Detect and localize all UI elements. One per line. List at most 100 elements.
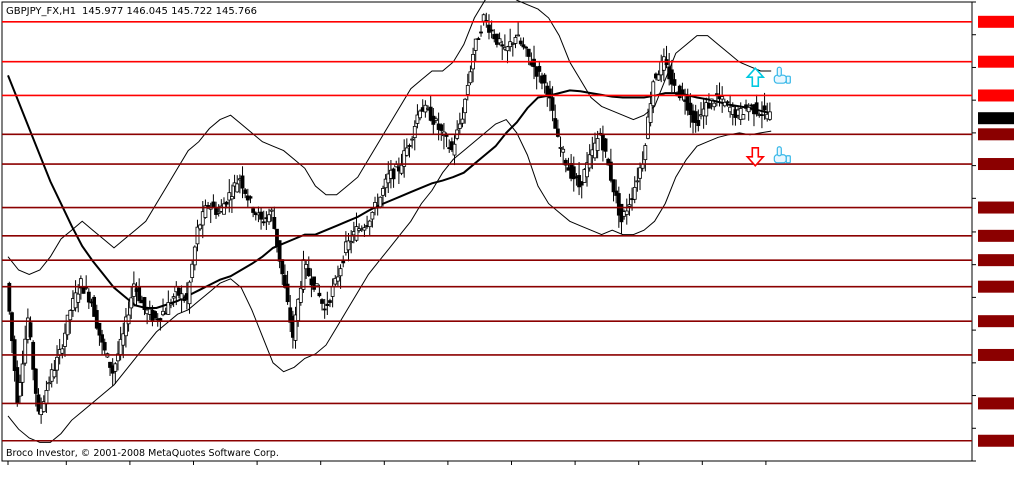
candle-body <box>171 296 176 299</box>
candle-body <box>595 138 600 151</box>
chart-header-ohlc: 145.977 146.045 145.722 145.766 <box>82 6 257 17</box>
candle-body <box>63 332 67 347</box>
thumb-cuff <box>785 155 791 164</box>
candle-body <box>187 281 192 305</box>
candle-body <box>251 208 256 213</box>
candle-body <box>434 118 438 121</box>
candle-body <box>418 110 422 119</box>
candle-body <box>381 188 385 196</box>
candle-body <box>720 96 725 100</box>
level-label-bg <box>978 254 1014 267</box>
candle-body <box>55 356 59 371</box>
candle-body <box>627 204 632 207</box>
candle-body <box>479 31 483 34</box>
candle-body <box>648 103 653 123</box>
candle-body <box>407 145 412 147</box>
candle-body <box>473 38 478 51</box>
candle-body <box>153 311 157 319</box>
candle-body <box>762 105 767 111</box>
level-label-bg <box>978 434 1014 447</box>
candle-body <box>277 240 282 262</box>
candle-body <box>222 203 226 215</box>
candle-body <box>137 287 142 302</box>
level-label-bg <box>978 229 1014 242</box>
candle-body <box>767 111 772 120</box>
candle-body <box>267 214 271 223</box>
candle-body <box>524 46 528 49</box>
candle-body <box>410 138 415 141</box>
candle-body <box>261 221 266 224</box>
candle-body <box>391 168 396 180</box>
candle-body <box>542 74 547 84</box>
candle-body <box>452 143 457 156</box>
candle-body <box>460 118 465 124</box>
candle-body <box>280 259 285 275</box>
candle-body <box>52 370 57 378</box>
candle-body <box>317 292 322 297</box>
candle-body <box>18 382 22 397</box>
chart-window: GBPJPY_FX,H1 145.977 146.045 145.722 145… <box>0 0 1014 479</box>
candle-body <box>518 40 523 45</box>
level-label-bg <box>978 397 1014 410</box>
candle-body <box>516 34 521 37</box>
candle-body <box>230 196 234 200</box>
candle-body <box>643 145 648 161</box>
candle-body <box>60 348 65 354</box>
candle-body <box>465 85 470 95</box>
candle-body <box>603 138 608 152</box>
thumb-cuff <box>785 75 791 84</box>
candle-body <box>20 363 25 383</box>
candle-body <box>211 201 216 208</box>
candle-body <box>216 211 221 214</box>
candle-body <box>746 106 751 113</box>
candle-body <box>47 382 51 385</box>
thumb-finger <box>776 66 782 77</box>
candle-body <box>672 79 677 86</box>
candle-body <box>126 314 131 325</box>
candle-body <box>349 241 354 244</box>
level-label-bg <box>978 201 1014 214</box>
candle-body <box>320 299 324 304</box>
candle-body <box>158 318 163 321</box>
candle-body <box>243 189 248 194</box>
candle-body <box>709 98 714 101</box>
candle-body <box>412 125 417 138</box>
candle-body <box>169 303 173 306</box>
candle-body <box>306 267 311 277</box>
candle-body <box>198 224 203 230</box>
candle-body <box>235 183 240 193</box>
candle-body <box>100 334 104 343</box>
candle-body <box>314 283 319 287</box>
candle-body <box>28 322 33 338</box>
candle-body <box>142 297 147 310</box>
candle-body <box>725 101 730 104</box>
chart-copyright: Broco Investor, © 2001-2008 MetaQuotes S… <box>6 448 279 459</box>
candle-body <box>550 97 555 111</box>
candle-body <box>468 71 473 84</box>
candle-body <box>338 268 343 277</box>
candle-body <box>259 211 263 220</box>
candle-body <box>240 175 245 189</box>
thumb-finger <box>776 146 782 157</box>
candle-body <box>741 114 746 120</box>
candle-body <box>367 220 372 228</box>
candle-body <box>712 102 717 108</box>
candle-body <box>548 88 552 99</box>
candle-body <box>521 44 526 48</box>
candle-body <box>651 81 656 107</box>
candle-body <box>707 102 711 109</box>
candle-body <box>378 196 383 208</box>
candle-body <box>404 147 409 156</box>
candle-body <box>532 58 536 68</box>
price-chart[interactable]: GBPJPY_FX,H1 145.977 146.045 145.722 145… <box>0 0 1014 479</box>
candle-body <box>553 118 558 129</box>
candle-body <box>370 211 375 220</box>
chart-header-symbol: GBPJPY_FX,H1 <box>6 6 76 17</box>
candle-body <box>224 201 229 205</box>
candle-body <box>632 186 637 200</box>
candle-body <box>463 98 468 114</box>
candle-body <box>23 338 28 364</box>
candle-body <box>68 310 73 321</box>
candle-body <box>394 164 399 168</box>
candle-body <box>248 196 253 199</box>
